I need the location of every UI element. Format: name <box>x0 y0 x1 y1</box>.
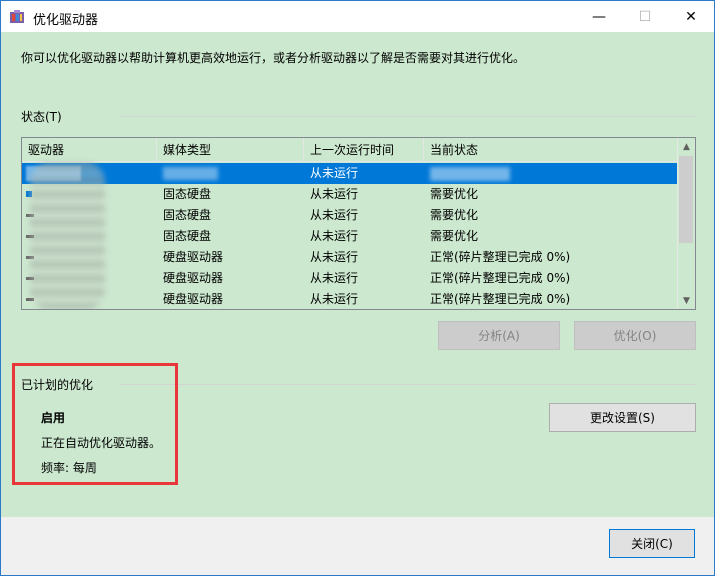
footer-bar: 关闭(C) <box>1 517 714 575</box>
scheduled-optimization-label: 已计划的优化 <box>21 378 94 392</box>
last-run-cell: 从未运行 <box>310 250 359 264</box>
drive-list[interactable]: 驱动器 媒体类型 上一次运行时间 当前状态 从未运行 固态硬盘 从未运行 需要优… <box>21 137 696 310</box>
table-row[interactable]: 固态硬盘 从未运行 需要优化 <box>22 205 679 226</box>
status-divider <box>119 116 696 117</box>
schedule-status: 启用 <box>41 411 66 425</box>
media-type-cell <box>157 163 218 184</box>
table-row[interactable]: 硬盘驱动器 从未运行 正常(碎片整理已完成 0%) <box>22 247 679 268</box>
schedule-frequency: 频率: 每周 <box>41 461 97 475</box>
last-run-cell: 从未运行 <box>310 292 359 306</box>
last-run-cell: 从未运行 <box>310 229 359 243</box>
title-bar: 优化驱动器 — ☐ ✕ <box>1 1 714 32</box>
state-cell: 需要优化 <box>430 208 479 222</box>
state-cell <box>424 163 510 184</box>
schedule-description: 正在自动优化驱动器。 <box>41 436 162 450</box>
state-cell: 需要优化 <box>430 187 479 201</box>
scroll-up-icon[interactable]: ▲ <box>678 138 695 155</box>
column-header-state[interactable]: 当前状态 <box>424 138 679 161</box>
drive-names-obscured <box>30 162 105 309</box>
state-cell: 需要优化 <box>430 229 479 243</box>
vertical-scrollbar[interactable]: ▲ ▼ <box>677 138 695 309</box>
list-header: 驱动器 媒体类型 上一次运行时间 当前状态 <box>22 138 679 162</box>
table-row[interactable]: 从未运行 <box>22 163 679 184</box>
state-cell: 正常(碎片整理已完成 0%) <box>430 271 571 285</box>
minimize-icon: — <box>592 8 606 25</box>
close-window-button[interactable]: ✕ <box>668 1 714 32</box>
media-type-cell: 硬盘驱动器 <box>163 271 224 285</box>
column-header-last-run[interactable]: 上一次运行时间 <box>304 138 424 161</box>
schedule-divider <box>121 384 696 385</box>
close-icon: ✕ <box>685 8 697 25</box>
analyze-button[interactable]: 分析(A) <box>438 321 560 350</box>
client-area: 你可以优化驱动器以帮助计算机更高效地运行，或者分析驱动器以了解是否需要对其进行优… <box>1 32 714 517</box>
column-header-drive[interactable]: 驱动器 <box>22 138 157 161</box>
scrollbar-thumb[interactable] <box>679 156 693 243</box>
maximize-button: ☐ <box>622 1 668 32</box>
minimize-button[interactable]: — <box>576 1 622 32</box>
close-button[interactable]: 关闭(C) <box>609 529 695 558</box>
optimize-drives-window: 优化驱动器 — ☐ ✕ 你可以优化驱动器以帮助计算机更高效地运行，或者分析驱动器… <box>0 0 715 576</box>
table-row[interactable]: 固态硬盘 从未运行 需要优化 <box>22 184 679 205</box>
table-row[interactable]: 硬盘驱动器 从未运行 正常(碎片整理已完成 0%) <box>22 289 679 309</box>
change-settings-button[interactable]: 更改设置(S) <box>549 403 696 432</box>
intro-text: 你可以优化驱动器以帮助计算机更高效地运行，或者分析驱动器以了解是否需要对其进行优… <box>21 51 526 65</box>
column-header-media[interactable]: 媒体类型 <box>157 138 304 161</box>
defrag-app-icon <box>9 9 25 25</box>
last-run-cell: 从未运行 <box>310 271 359 285</box>
media-type-cell: 固态硬盘 <box>163 187 212 201</box>
scroll-down-icon[interactable]: ▼ <box>678 292 695 309</box>
table-row[interactable]: 硬盘驱动器 从未运行 正常(碎片整理已完成 0%) <box>22 268 679 289</box>
media-type-cell: 硬盘驱动器 <box>163 292 224 306</box>
last-run-cell: 从未运行 <box>310 187 359 201</box>
media-type-cell: 固态硬盘 <box>163 229 212 243</box>
state-cell: 正常(碎片整理已完成 0%) <box>430 292 571 306</box>
optimize-button[interactable]: 优化(O) <box>574 321 696 350</box>
media-type-cell: 固态硬盘 <box>163 208 212 222</box>
media-type-cell: 硬盘驱动器 <box>163 250 224 264</box>
status-label: 状态(T) <box>21 110 62 124</box>
last-run-cell: 从未运行 <box>310 166 359 180</box>
state-cell: 正常(碎片整理已完成 0%) <box>430 250 571 264</box>
maximize-icon: ☐ <box>638 8 652 25</box>
last-run-cell: 从未运行 <box>310 208 359 222</box>
table-row[interactable]: 固态硬盘 从未运行 需要优化 <box>22 226 679 247</box>
window-title: 优化驱动器 <box>33 13 99 28</box>
